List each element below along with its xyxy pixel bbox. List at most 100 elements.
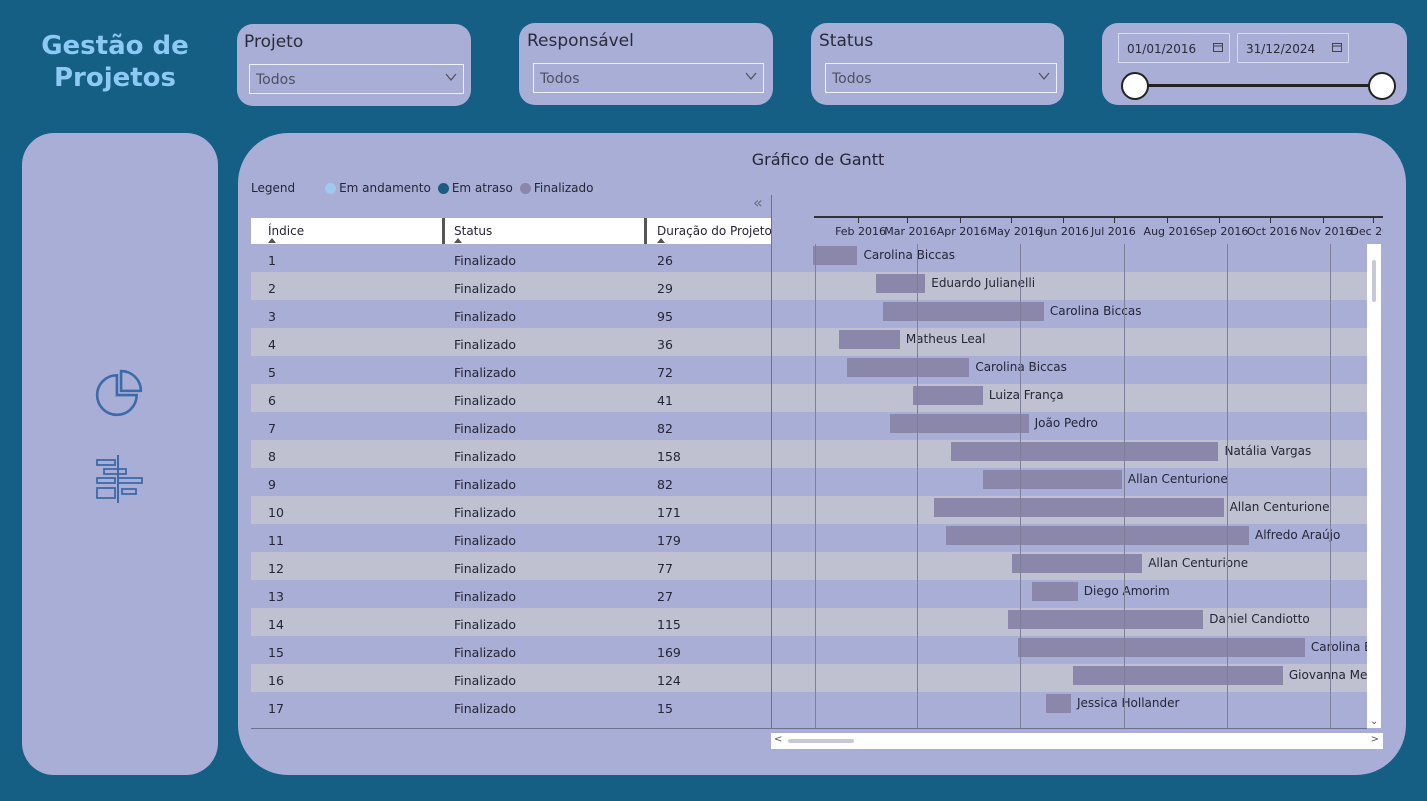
axis-tick-mark <box>1063 216 1065 223</box>
axis-tick-label: Jun 2016 <box>1040 225 1089 238</box>
axis-tick-mark <box>1114 216 1115 223</box>
axis-tick-label: Jul 2016 <box>1091 225 1136 238</box>
cell-status: Finalizado <box>454 589 517 604</box>
sort-asc-icon <box>268 238 276 243</box>
gantt-bar[interactable] <box>1045 694 1071 713</box>
scroll-left-icon[interactable]: < <box>774 734 782 745</box>
scroll-right-icon[interactable]: > <box>1371 734 1379 745</box>
cell-status: Finalizado <box>454 505 517 520</box>
table-row[interactable]: 4 Finalizado 36 Matheus Leal <box>251 328 1367 356</box>
table-row[interactable]: 7 Finalizado 82 João Pedro <box>251 412 1367 440</box>
cell-duration: 124 <box>657 673 681 688</box>
column-header-status[interactable]: Status <box>454 218 644 244</box>
table-row[interactable]: 16 Finalizado 124 Giovanna Menag <box>251 664 1367 692</box>
table-row[interactable]: 12 Finalizado 77 Allan Centurione <box>251 552 1367 580</box>
start-date-input[interactable]: 01/01/2016 <box>1118 33 1230 63</box>
table-row[interactable]: 10 Finalizado 171 Allan Centurione <box>251 496 1367 524</box>
vertical-scroll-thumb[interactable] <box>1372 260 1376 302</box>
cell-status: Finalizado <box>454 309 517 324</box>
calendar-icon[interactable] <box>1213 42 1223 52</box>
cell-status: Finalizado <box>454 617 517 632</box>
column-header-duracao[interactable]: Duração do Projeto <box>657 218 772 244</box>
gantt-bar[interactable] <box>889 414 1029 433</box>
chevron-down-icon <box>445 73 457 82</box>
table-row[interactable]: 11 Finalizado 179 Alfredo Araújo <box>251 524 1367 552</box>
cell-index: 11 <box>268 533 284 548</box>
sort-asc-icon <box>454 238 462 243</box>
gantt-bar-label: João Pedro <box>1034 416 1098 430</box>
cell-index: 7 <box>268 421 276 436</box>
table-row[interactable]: 1 Finalizado 26 Carolina Biccas <box>251 244 1367 272</box>
chevron-down-icon <box>745 72 757 81</box>
cell-duration: 27 <box>657 589 673 604</box>
legend-swatch-finalizado <box>519 182 531 194</box>
cell-status: Finalizado <box>454 673 517 688</box>
gantt-bar[interactable] <box>838 330 900 349</box>
gridline <box>1123 244 1125 728</box>
horizontal-scrollbar[interactable]: < > <box>771 733 1383 749</box>
table-row[interactable]: 5 Finalizado 72 Carolina Biccas <box>251 356 1367 384</box>
table-row[interactable]: 13 Finalizado 27 Diego Amorim <box>251 580 1367 608</box>
collapse-grid-icon[interactable]: « <box>753 193 763 212</box>
horizontal-scroll-thumb[interactable] <box>788 739 854 743</box>
legend-label-finalizado[interactable]: Finalizado <box>534 181 594 195</box>
table-row[interactable]: 3 Finalizado 95 Carolina Biccas <box>251 300 1367 328</box>
table-row[interactable]: 17 Finalizado 15 Jessica Hollander <box>251 692 1367 720</box>
cell-duration: 15 <box>657 701 673 716</box>
gantt-bar[interactable] <box>950 442 1219 461</box>
gantt-bar[interactable] <box>913 386 983 405</box>
gantt-bar[interactable] <box>876 274 926 293</box>
gantt-bar[interactable] <box>1032 582 1078 601</box>
table-row[interactable]: 6 Finalizado 41 Luiza França <box>251 384 1367 412</box>
gantt-bar[interactable] <box>982 470 1122 489</box>
grid-bottom-border <box>251 728 1367 729</box>
responsavel-dropdown[interactable]: Todos <box>533 63 764 93</box>
scroll-down-icon[interactable]: ⌄ <box>1370 716 1378 727</box>
table-row[interactable]: 8 Finalizado 158 Natália Vargas <box>251 440 1367 468</box>
gantt-bar[interactable] <box>1072 666 1283 685</box>
responsavel-slicer: Responsável Todos <box>519 23 773 105</box>
chevron-down-icon <box>1038 72 1050 81</box>
gantt-chart-icon[interactable] <box>94 455 146 507</box>
calendar-icon[interactable] <box>1332 42 1342 52</box>
projeto-dropdown[interactable]: Todos <box>249 64 464 94</box>
gantt-bar-label: Natália Vargas <box>1224 444 1312 458</box>
gantt-bar[interactable] <box>933 498 1224 517</box>
gantt-bar[interactable] <box>1018 638 1305 657</box>
vertical-scrollbar[interactable]: ⌄ <box>1367 244 1381 728</box>
cell-status: Finalizado <box>454 393 517 408</box>
column-header-indice[interactable]: Índice <box>268 218 438 244</box>
axis-line <box>814 216 1383 218</box>
date-slider-start-handle[interactable] <box>1121 72 1149 100</box>
axis-tick-label: Nov 2016 <box>1299 225 1353 238</box>
table-row[interactable]: 14 Finalizado 115 Daniel Candiotto <box>251 608 1367 636</box>
column-resize-handle[interactable] <box>644 218 647 244</box>
gantt-bar[interactable] <box>945 526 1249 545</box>
date-slider-end-handle[interactable] <box>1368 72 1396 100</box>
status-slicer: Status Todos <box>811 23 1064 105</box>
gantt-bar[interactable] <box>1008 610 1204 629</box>
axis-tick-mark <box>1322 216 1324 223</box>
gantt-bar[interactable] <box>813 246 858 265</box>
cell-duration: 41 <box>657 393 673 408</box>
table-row[interactable]: 2 Finalizado 29 Eduardo Julianelli <box>251 272 1367 300</box>
gantt-bar-label: Daniel Candiotto <box>1209 612 1310 626</box>
end-date-input[interactable]: 31/12/2024 <box>1237 33 1349 63</box>
table-row[interactable]: 15 Finalizado 169 Carolina Bicc <box>251 636 1367 664</box>
legend-label-em-atraso[interactable]: Em atraso <box>452 181 513 195</box>
cell-duration: 72 <box>657 365 673 380</box>
column-resize-handle[interactable] <box>442 218 445 244</box>
gantt-bar[interactable] <box>847 358 970 377</box>
grid-chart-divider[interactable] <box>771 195 772 728</box>
axis-tick-mark <box>858 216 860 223</box>
cell-index: 3 <box>268 309 276 324</box>
pie-chart-icon[interactable] <box>94 369 144 419</box>
status-dropdown[interactable]: Todos <box>825 63 1057 93</box>
legend-label-em-andamento[interactable]: Em andamento <box>339 181 431 195</box>
date-range-slicer: 01/01/2016 31/12/2024 <box>1102 23 1407 105</box>
cell-duration: 82 <box>657 421 673 436</box>
axis-tick-mark <box>1269 216 1271 223</box>
gantt-bar-label: Allan Centurione <box>1229 500 1330 514</box>
gantt-bar-label: Carolina Biccas <box>863 248 955 262</box>
table-row[interactable]: 9 Finalizado 82 Allan Centurione <box>251 468 1367 496</box>
